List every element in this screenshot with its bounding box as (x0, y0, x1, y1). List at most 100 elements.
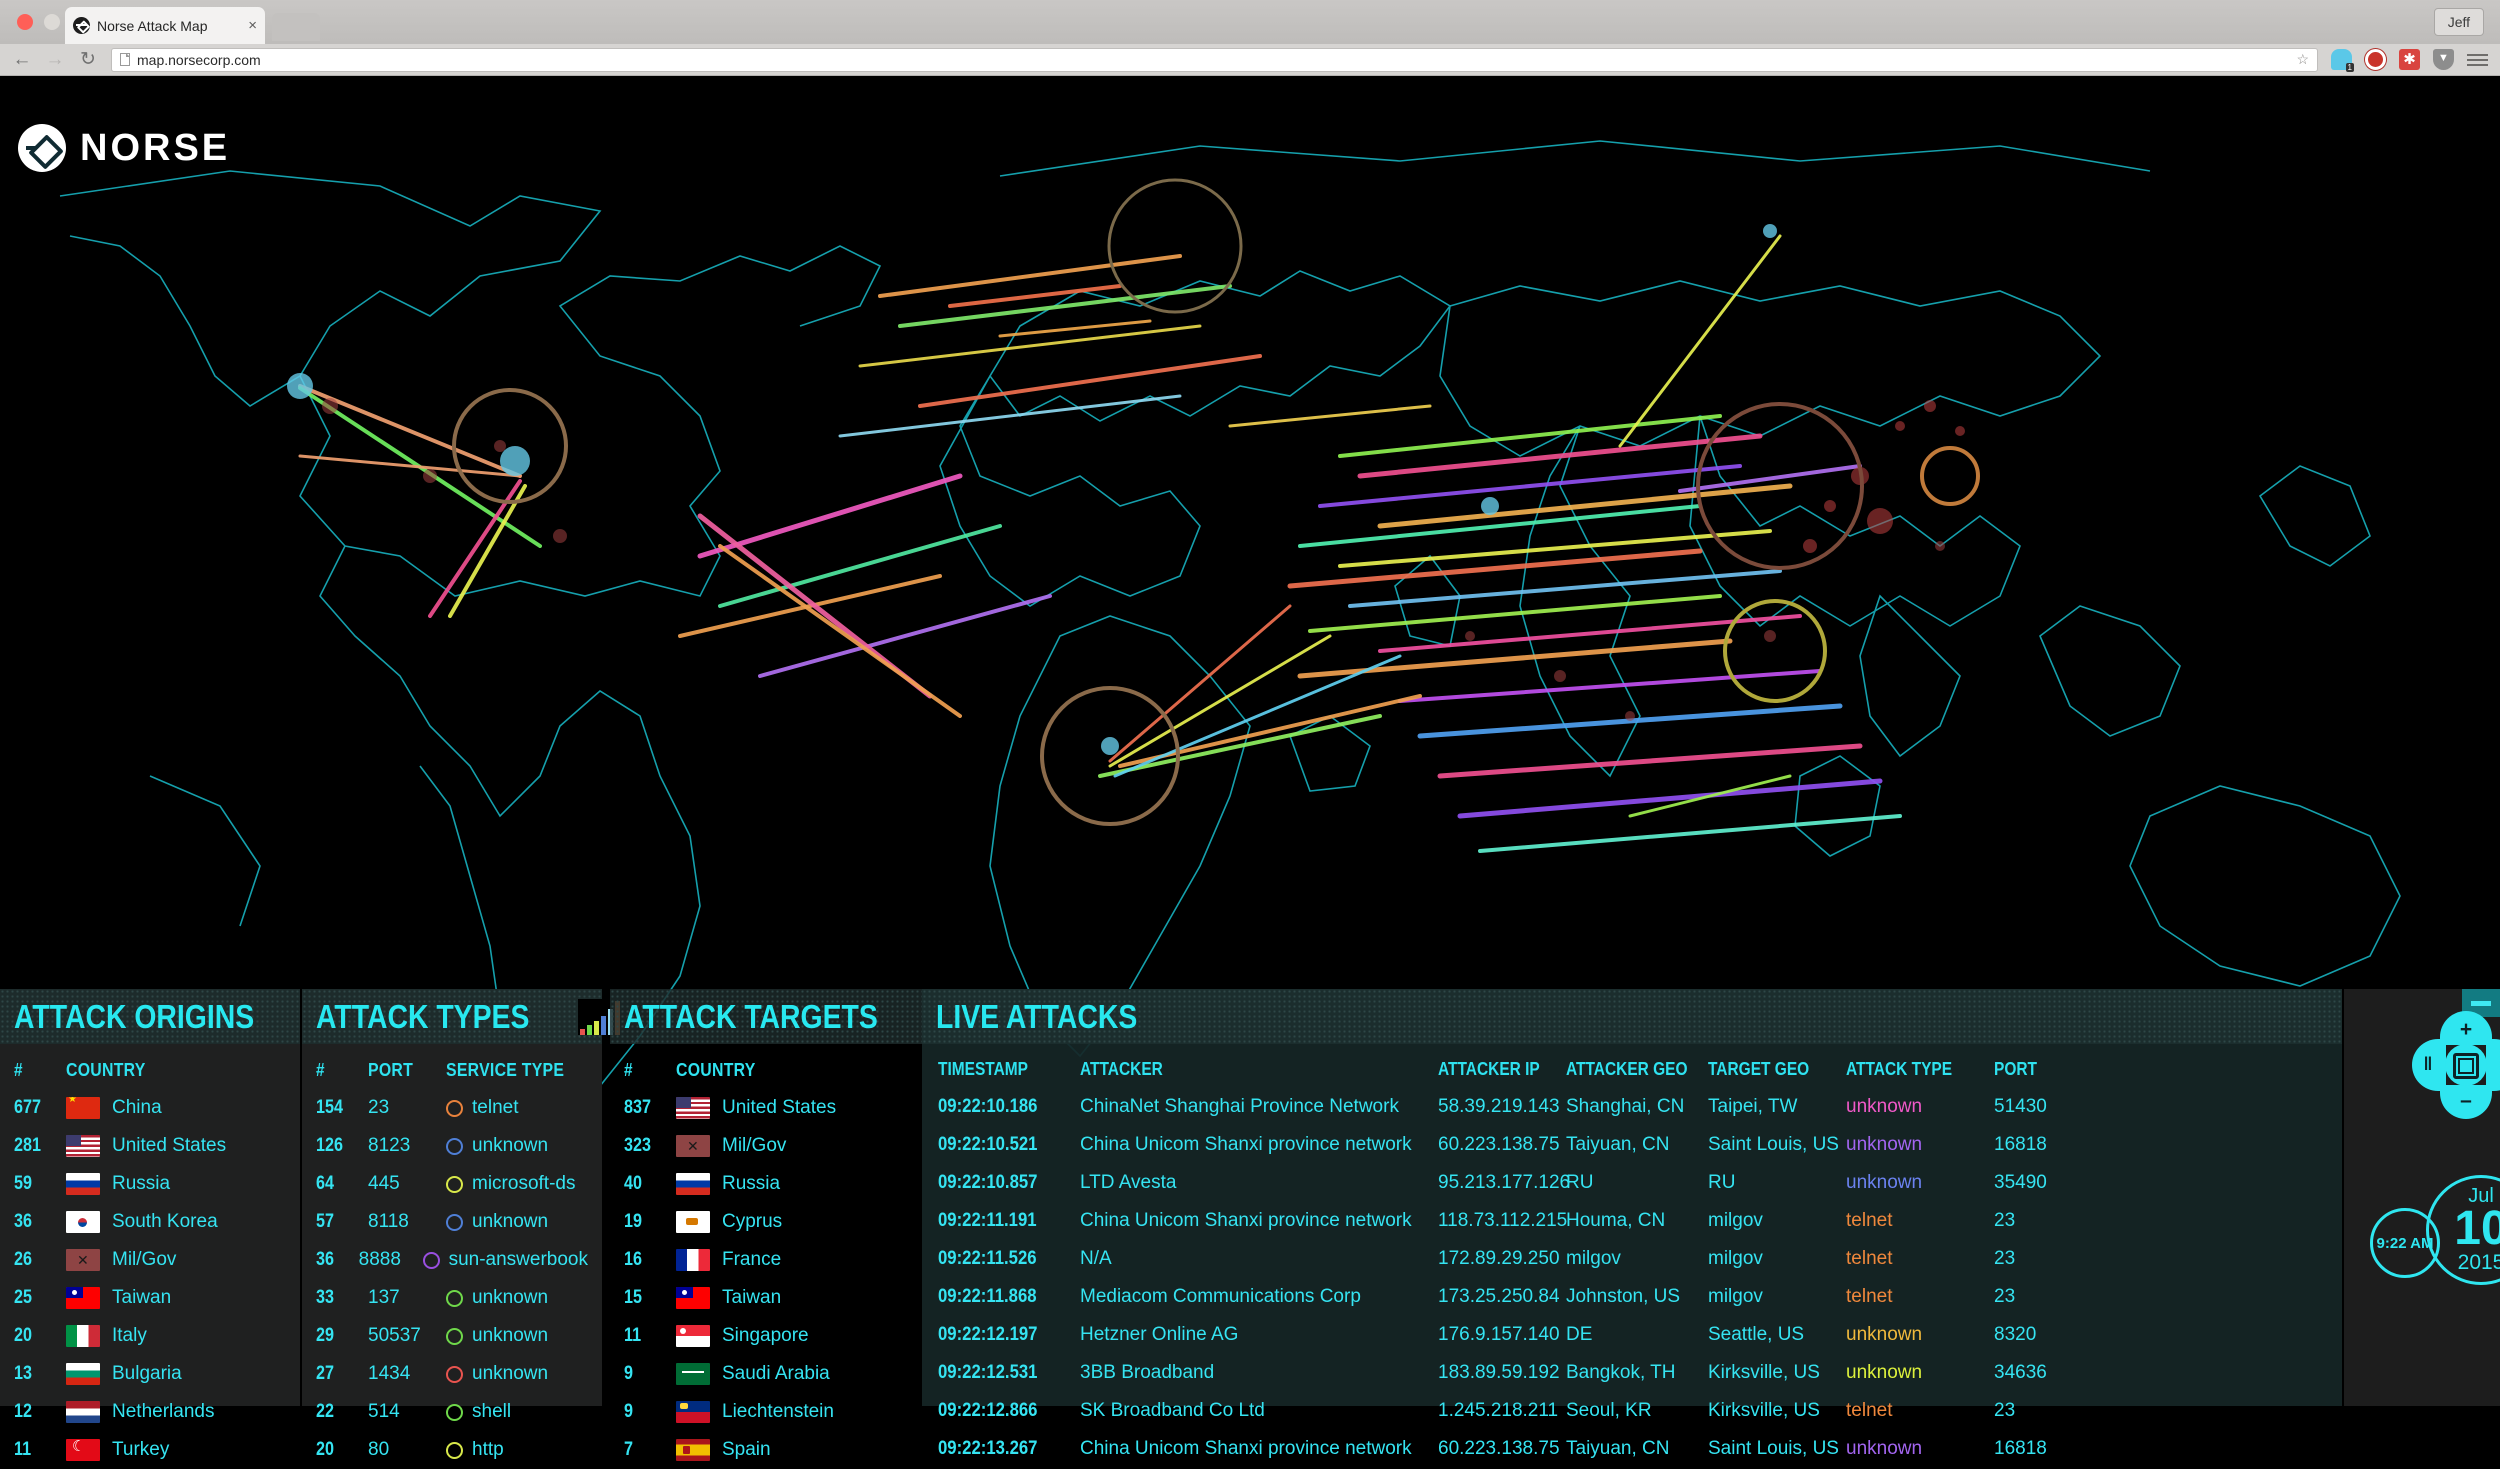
norse-logo: NORSE (18, 124, 230, 172)
cell-attacker-ip: 60.223.138.75 (1438, 1438, 1566, 1460)
cell-attacker-geo: Taiyuan, CN (1566, 1134, 1708, 1156)
table-row: 09:22:10.186ChinaNet Shanghai Province N… (938, 1088, 2342, 1126)
cell-timestamp: 09:22:10.857 (938, 1172, 1063, 1194)
cell-count: 11 (624, 1325, 668, 1347)
country-flag-icon (66, 1173, 100, 1195)
table-header-row: # COUNTRY (624, 1051, 926, 1089)
browser-chrome: Norse Attack Map × Jeff ← → ↻ map.norsec… (0, 0, 2500, 76)
cell-attacker: N/A (1080, 1248, 1438, 1270)
ghostery-extension-icon[interactable]: 1 (2331, 49, 2352, 70)
cell-attacker-ip: 183.89.59.192 (1438, 1362, 1566, 1384)
country-cell: Taiwan (66, 1287, 171, 1309)
cell-port: 8888 (359, 1249, 423, 1271)
cell-count: 9 (624, 1363, 668, 1385)
cell-count: 281 (14, 1135, 58, 1157)
table-header-row: # PORT SERVICE TYPE (316, 1051, 588, 1089)
cell-count: 19 (624, 1211, 668, 1233)
country-cell: Italy (66, 1325, 147, 1347)
new-tab-button[interactable] (272, 13, 320, 41)
table-row: 9Liechtenstein (624, 1393, 926, 1431)
fullscreen-icon (2453, 1053, 2479, 1079)
cell-port: 23 (368, 1097, 446, 1119)
map-control-pad[interactable]: + – ‖ i (2412, 1011, 2500, 1119)
attack-types-header: ATTACK TYPES (302, 989, 602, 1044)
cell-country: Singapore (722, 1325, 809, 1347)
cell-country: United States (112, 1135, 226, 1157)
cell-country: Saudi Arabia (722, 1363, 830, 1385)
cell-attack-type: telnet (1846, 1248, 1994, 1270)
service-color-dot-icon (446, 1176, 463, 1193)
country-flag-icon (66, 1401, 100, 1423)
table-row: 12Netherlands (14, 1393, 286, 1431)
country-flag-icon (66, 1249, 100, 1271)
cell-port: 1434 (368, 1363, 446, 1385)
address-input[interactable]: map.norsecorp.com ☆ (111, 48, 2318, 72)
table-row: 578118unknown (316, 1203, 588, 1241)
country-flag-icon (676, 1287, 710, 1309)
table-row: 09:22:13.267China Unicom Shanxi province… (938, 1430, 2342, 1468)
table-row: 368888sun-answerbook (316, 1241, 588, 1279)
table-row: 9 Saudi Arabia (624, 1355, 926, 1393)
pause-icon: ‖ (2418, 1055, 2438, 1073)
table-row: 7Spain (624, 1431, 926, 1469)
cell-count: 323 (624, 1135, 668, 1157)
service-color-dot-icon (446, 1328, 463, 1345)
country-flag-icon (676, 1211, 710, 1233)
table-header-row: # COUNTRY (14, 1051, 286, 1089)
bookmark-star-icon[interactable]: ☆ (2296, 51, 2309, 68)
cell-attacker-ip: 58.39.219.143 (1438, 1096, 1566, 1118)
norse-favicon-icon (73, 17, 90, 34)
cell-count: 25 (14, 1287, 58, 1309)
shield-extension-icon[interactable]: ▼ (2433, 49, 2454, 70)
cell-count: 29 (316, 1325, 360, 1347)
cell-count: 677 (14, 1097, 58, 1119)
cell-attacker-geo: Seoul, KR (1566, 1400, 1708, 1422)
cell-count: 15 (624, 1287, 668, 1309)
cell-service-type: shell (472, 1401, 511, 1423)
url-bar: ← → ↻ map.norsecorp.com ☆ 1 ✱ ▼ (0, 44, 2500, 76)
minimize-window-button[interactable] (44, 14, 60, 30)
browser-menu-icon[interactable] (2467, 49, 2488, 70)
cell-timestamp: 09:22:11.191 (938, 1210, 1063, 1232)
cell-count: 33 (316, 1287, 360, 1309)
country-cell: Saudi Arabia (676, 1363, 830, 1385)
table-row: 677China (14, 1089, 286, 1127)
table-row: 09:22:12.5313BB Broadband183.89.59.192Ba… (938, 1354, 2342, 1392)
column-header-attacker-ip: ATTACKER IP (1438, 1059, 1548, 1080)
cell-attacker-geo: Johnston, US (1566, 1286, 1708, 1308)
table-row: 2080http (316, 1431, 588, 1469)
cell-service-type: http (472, 1439, 504, 1461)
asterisk-extension-icon[interactable]: ✱ (2399, 49, 2420, 70)
attack-source-nodes (287, 224, 1777, 755)
cell-target-geo: milgov (1708, 1248, 1846, 1270)
browser-tab[interactable]: Norse Attack Map × (65, 7, 265, 44)
cell-timestamp: 09:22:10.521 (938, 1134, 1063, 1156)
table-row: 40Russia (624, 1165, 926, 1203)
cell-attacker: ChinaNet Shanghai Province Network (1080, 1096, 1438, 1118)
country-flag-icon (66, 1325, 100, 1347)
profile-button[interactable]: Jeff (2434, 8, 2484, 36)
cell-count: 9 (624, 1401, 668, 1423)
cell-count: 40 (624, 1173, 668, 1195)
cell-timestamp: 09:22:13.267 (938, 1438, 1063, 1460)
back-icon[interactable]: ← (12, 49, 32, 71)
cell-country: Netherlands (112, 1401, 214, 1423)
cell-attacker-geo: Houma, CN (1566, 1210, 1708, 1232)
cell-attacker-ip: 176.9.157.140 (1438, 1324, 1566, 1346)
country-cell: Turkey (66, 1439, 169, 1461)
close-icon[interactable]: × (248, 18, 257, 33)
cell-country: Bulgaria (112, 1363, 182, 1385)
cell-target-geo: milgov (1708, 1286, 1846, 1308)
dashboard: ATTACK ORIGINS # COUNTRY 677China281Unit… (0, 989, 2500, 1406)
reload-icon[interactable]: ↻ (78, 48, 98, 71)
cell-service-type: sun-answerbook (449, 1249, 588, 1271)
forward-icon[interactable]: → (45, 49, 65, 71)
cell-service-type: telnet (472, 1097, 518, 1119)
country-flag-icon (66, 1135, 100, 1157)
cell-count: 64 (316, 1173, 360, 1195)
cell-attack-type: unknown (1846, 1096, 1994, 1118)
service-color-dot-icon (446, 1366, 463, 1383)
close-window-button[interactable] (17, 14, 33, 30)
adblock-extension-icon[interactable] (2365, 49, 2386, 70)
table-row: 2950537unknown (316, 1317, 588, 1355)
